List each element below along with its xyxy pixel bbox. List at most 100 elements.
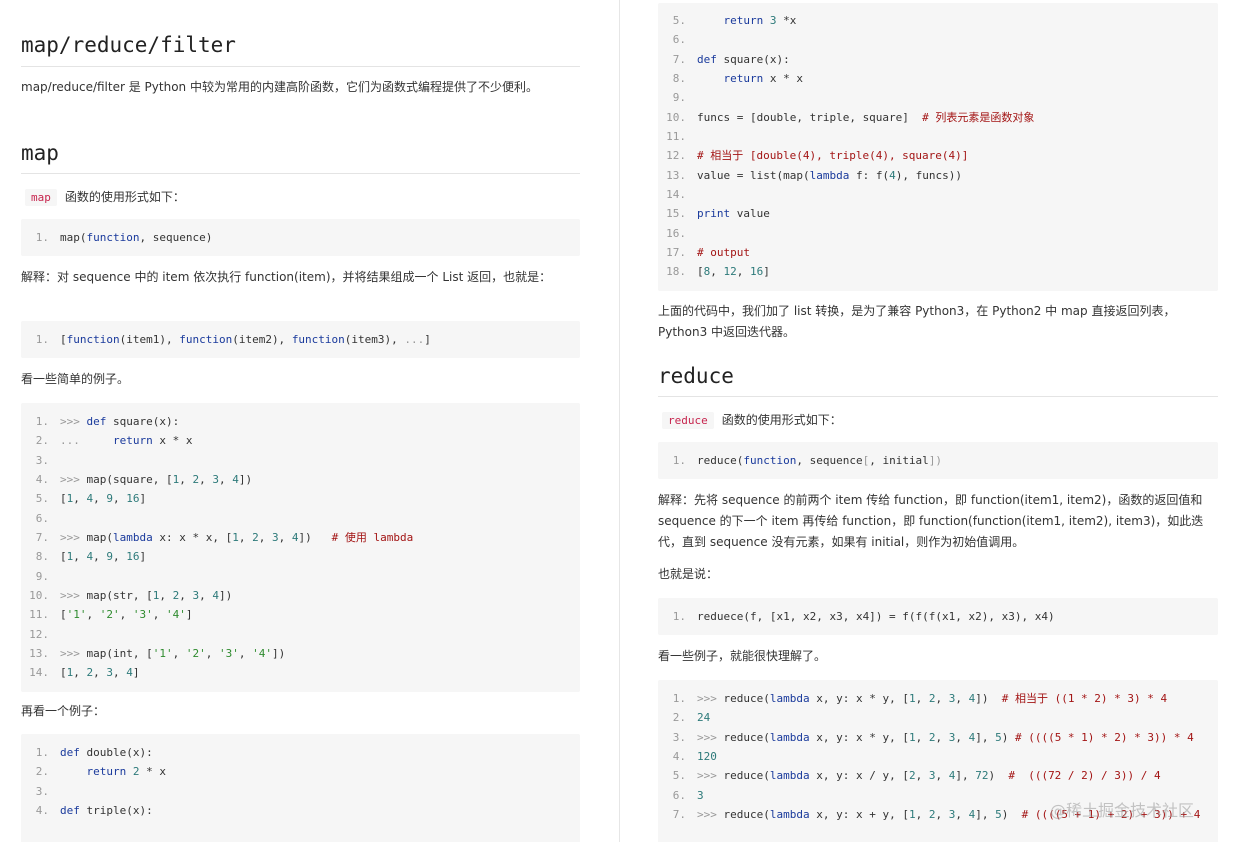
- code-token: double(x):: [79, 746, 153, 759]
- code-token: ,: [736, 265, 750, 279]
- code-token: lambda: [113, 530, 153, 544]
- code-token: ...: [404, 333, 425, 346]
- line-number: 3.: [672, 730, 686, 744]
- code-line: 13. value = list(map(lambda f: f(4), func…: [658, 166, 1218, 185]
- line-number: 11.: [29, 608, 49, 622]
- code-token: def: [86, 415, 107, 428]
- code-token: ,: [205, 646, 219, 660]
- code-token: ): [1001, 730, 1015, 744]
- examples-intro-text: 看一些例子，就能很快理解了。: [658, 649, 827, 663]
- code-token: map(int, [: [86, 646, 153, 660]
- code-token: , initial: [869, 454, 929, 467]
- code-token: function: [291, 333, 345, 346]
- code-token: reduce(: [723, 730, 770, 744]
- code-token: ]): [975, 692, 1002, 705]
- code-token: [: [60, 550, 67, 564]
- code-token: *x: [776, 14, 797, 27]
- code-token: reduce(: [723, 807, 770, 821]
- code-token: , sequence): [139, 231, 213, 244]
- line-number: 13.: [29, 646, 49, 660]
- code-token: lambda: [769, 692, 810, 705]
- code-token: def: [60, 746, 80, 759]
- code-token: return: [723, 14, 764, 27]
- code-line: 16.: [658, 224, 1218, 243]
- reduce-heading: reduce: [658, 364, 1218, 397]
- code-token: map(str, [: [86, 588, 153, 602]
- site-watermark: @稀土掘金技术社区: [1050, 801, 1195, 820]
- code-token: 1: [908, 730, 916, 744]
- code-token: '3': [132, 608, 153, 622]
- right-column: 5. return 3 *x 6. 7. def square(x): 8. retur…: [658, 0, 1218, 842]
- code-line: 3.: [21, 451, 580, 470]
- code-token: ]: [424, 333, 431, 346]
- line-number: 14.: [29, 666, 49, 680]
- line-number: 15.: [666, 207, 686, 221]
- code-token: >>>: [697, 692, 724, 705]
- code-token: 2: [132, 765, 140, 779]
- code-token: ,: [73, 550, 87, 564]
- code-token: ]: [139, 550, 147, 564]
- code-token: 4: [126, 666, 133, 680]
- code-token: 3: [106, 666, 113, 680]
- code-token: , sequence: [796, 454, 863, 467]
- code-line: 12. # 相当于 [double(4), triple(4), square(4…: [658, 146, 1218, 165]
- code-line: 1. reduece(f, [x1, x2, x3, x4]) = f(f(f(x…: [658, 607, 1218, 626]
- code-token: [: [60, 608, 67, 622]
- code-token: ,: [172, 646, 186, 660]
- code-token: x: x * x, [: [152, 530, 233, 544]
- code-token: ), funcs)): [895, 168, 962, 182]
- code-token: # output: [697, 245, 750, 259]
- code-token: 2: [252, 530, 259, 544]
- line-number: 18.: [666, 265, 686, 279]
- code-line: 17. # output: [658, 243, 1218, 262]
- inline-code-map: map: [25, 189, 57, 206]
- code-token: 1: [908, 807, 916, 821]
- simple-examples-text: 看一些简单的例子。: [21, 372, 130, 386]
- code-token: def: [697, 52, 717, 66]
- code-line: 14.: [658, 185, 1218, 204]
- code-token: ,: [710, 265, 724, 279]
- code-token: ]: [139, 492, 147, 506]
- code-token: ,: [278, 530, 292, 544]
- code-line: 1. >>> reduce(lambda x, y: x * y, [1, 2, …: [658, 689, 1218, 708]
- double-triple-code: 1. def double(x): 2. return 2 * x 3. 4. def t…: [21, 734, 580, 842]
- code-token: 72: [975, 769, 989, 783]
- line-number: 6.: [672, 788, 686, 802]
- code-token: # ((((5 * 1) * 2) * 3)) * 4: [1014, 730, 1194, 744]
- code-line: 7. def square(x):: [658, 50, 1218, 69]
- code-token: lambda: [769, 730, 810, 744]
- code-token: 5: [995, 730, 1002, 744]
- line-number: 14.: [666, 187, 686, 201]
- code-token: 24: [697, 711, 711, 725]
- line-number: 4.: [672, 749, 686, 763]
- code-token: ]): [218, 588, 233, 602]
- code-line: 3. >>> reduce(lambda x, y: x * y, [1, 2, …: [658, 728, 1218, 747]
- code-token: ,: [955, 692, 969, 705]
- code-token: ,: [113, 550, 127, 564]
- line-number: 5.: [672, 769, 686, 783]
- map-usage-line: map 函数的使用形式如下：: [25, 186, 185, 206]
- line-number: 5.: [35, 492, 49, 506]
- code-token: print: [697, 207, 731, 221]
- code-token: ]: [132, 666, 140, 680]
- code-token: function: [179, 333, 233, 346]
- code-line: 2. 24: [658, 708, 1218, 727]
- code-token: reduce(: [723, 692, 770, 705]
- line-number: 2.: [35, 765, 49, 779]
- code-line: 18. [8, 12, 16]: [658, 262, 1218, 281]
- code-token: '4': [166, 608, 186, 622]
- code-token: [: [60, 666, 67, 680]
- line-number: 1.: [35, 415, 49, 428]
- line-number: 9.: [672, 91, 686, 105]
- map-examples-code: 1. >>> def square(x): 2.... return x * x 3.…: [21, 403, 580, 692]
- code-token: lambda: [809, 168, 850, 182]
- code-token: (item2),: [232, 333, 292, 346]
- code-token: ,: [73, 666, 87, 680]
- code-token: x, y: x + y, [: [809, 807, 909, 821]
- code-line: 10. funcs = [double, triple, square] # 列表…: [658, 108, 1218, 127]
- code-line: 1. >>> def square(x):: [21, 412, 580, 431]
- code-token: ,: [179, 588, 193, 602]
- code-token: >>>: [697, 730, 724, 744]
